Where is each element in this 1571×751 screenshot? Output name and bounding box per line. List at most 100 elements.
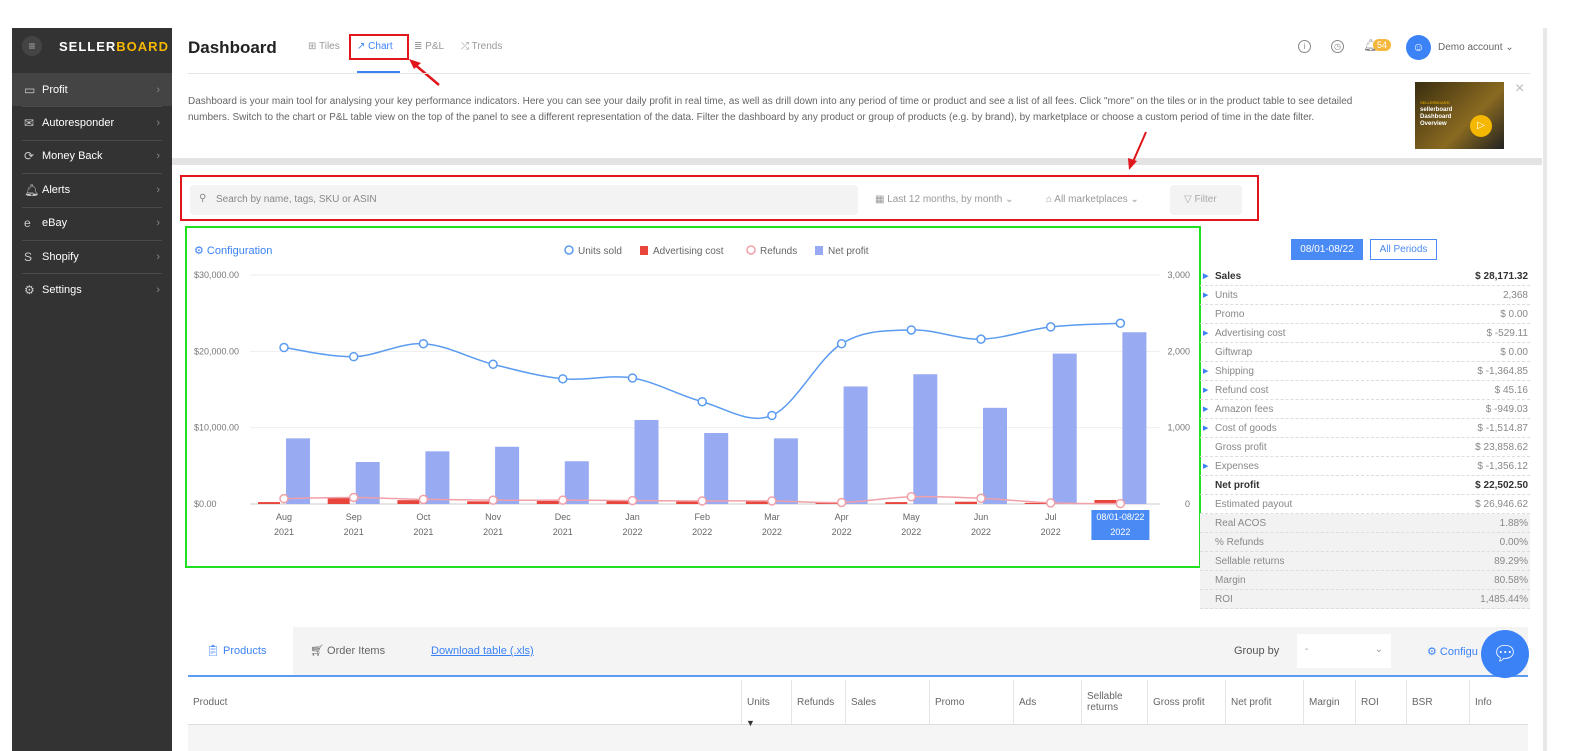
- refunds-point: [348, 492, 359, 503]
- list-icon: ≣: [414, 41, 426, 52]
- net-profit-bar: [286, 438, 310, 504]
- expand-triangle-icon[interactable]: ▶: [1203, 386, 1208, 394]
- clock-icon[interactable]: ◷: [1331, 40, 1344, 53]
- column-header[interactable]: Net profit: [1225, 680, 1303, 724]
- tab-label: Trends: [471, 41, 503, 52]
- video-thumbnail[interactable]: SELLERBOARD sellerboard Dashboard Overvi…: [1415, 82, 1504, 149]
- legend-item: Net profit: [828, 246, 869, 257]
- y-right-tick-label: 2,000: [1167, 346, 1190, 356]
- sidebar-item-shopify[interactable]: S Shopify ›: [12, 240, 172, 273]
- sidebar-item-label: eBay: [42, 217, 68, 230]
- column-header-label: Ads: [1019, 696, 1037, 708]
- date-filter-value: Last 12 months, by month: [887, 194, 1003, 205]
- marketplace-filter[interactable]: ⌂ All marketplaces ⌄: [1046, 194, 1139, 205]
- play-icon[interactable]: ▷: [1470, 115, 1492, 137]
- chat-icon[interactable]: 💬︎: [1481, 630, 1529, 678]
- search-input[interactable]: ⚲ Search by name, tags, SKU or ASIN: [190, 185, 858, 215]
- summary-row[interactable]: ▶ Shipping $ -1,364.85: [1200, 362, 1530, 381]
- column-header[interactable]: Gross profit: [1147, 680, 1225, 724]
- refunds-point: [976, 493, 986, 504]
- shuffle-icon: ⤮: [461, 41, 472, 52]
- column-header[interactable]: Margin: [1303, 680, 1355, 724]
- summary-row: Net profit $ 22,502.50: [1200, 476, 1530, 495]
- chevron-right-icon: ›: [156, 116, 160, 129]
- sidebar-item-ebay[interactable]: e eBay ›: [12, 207, 172, 240]
- column-header[interactable]: Refunds: [791, 680, 845, 724]
- ebay-icon: e: [24, 216, 31, 231]
- expand-triangle-icon[interactable]: ▶: [1203, 291, 1208, 299]
- sidebar-item-alerts[interactable]: 🔔︎ Alerts ›: [12, 173, 172, 206]
- column-header-label: Net profit: [1231, 696, 1272, 708]
- scrollbar[interactable]: [1543, 28, 1547, 751]
- column-header[interactable]: Sellable returns: [1081, 680, 1147, 724]
- tab-tiles[interactable]: ⊞ Tiles: [308, 41, 340, 52]
- summary-label: Expenses: [1215, 460, 1259, 472]
- expand-triangle-icon[interactable]: ▶: [1203, 405, 1208, 413]
- filter-button[interactable]: ▽ Filter: [1170, 185, 1242, 215]
- expand-triangle-icon[interactable]: ▶: [1203, 462, 1208, 470]
- info-icon[interactable]: i: [1298, 40, 1311, 53]
- expand-triangle-icon[interactable]: ▶: [1203, 424, 1208, 432]
- units-sold-point: [418, 338, 429, 349]
- x-tick-year: 2022: [901, 527, 921, 537]
- close-icon[interactable]: ×: [1515, 80, 1524, 98]
- advertising-cost-bar: [885, 502, 908, 504]
- column-header[interactable]: Product: [188, 680, 741, 724]
- expand-triangle-icon[interactable]: ▶: [1203, 367, 1208, 375]
- sidebar-item-profit[interactable]: ▭ Profit ›: [12, 73, 172, 106]
- tab-pl[interactable]: ≣ P&L: [414, 41, 444, 52]
- sidebar-item-settings[interactable]: ⚙ Settings ›: [12, 273, 172, 306]
- chevron-right-icon: ›: [156, 183, 160, 196]
- summary-row[interactable]: ▶ Cost of goods $ -1,514.87: [1200, 419, 1530, 438]
- column-header[interactable]: Promo: [929, 680, 1013, 724]
- summary-value: 1,485.44%: [1480, 593, 1528, 605]
- summary-value: 1.88%: [1499, 517, 1528, 529]
- summary-value: 89.29%: [1494, 555, 1528, 567]
- table-configuration-button[interactable]: ⚙ Configu: [1427, 645, 1478, 658]
- sidebar-item-label: Profit: [42, 83, 68, 96]
- summary-row[interactable]: ▶ Units 2,368: [1200, 286, 1530, 305]
- download-table-link[interactable]: Download table (.xls): [431, 645, 534, 657]
- units-sold-point: [348, 351, 359, 362]
- tab-trends[interactable]: ⤮ Trends: [461, 41, 502, 52]
- refunds-point: [836, 497, 847, 508]
- x-tick-year: 2022: [622, 527, 642, 537]
- summary-value: $ 0.00: [1500, 308, 1528, 320]
- x-tick-label: Sep: [346, 512, 362, 522]
- summary-label: ROI: [1215, 593, 1233, 605]
- column-header[interactable]: Sales: [845, 680, 929, 724]
- x-tick-label: Nov: [485, 512, 502, 522]
- summary-row[interactable]: ▶ Refund cost $ 45.16: [1200, 381, 1530, 400]
- red-arrow-annotation: [1128, 131, 1147, 170]
- avatar[interactable]: ☺: [1406, 35, 1431, 60]
- summary-row[interactable]: ▶ Amazon fees $ -949.03: [1200, 400, 1530, 419]
- sidebar-item-label: Shopify: [42, 250, 79, 263]
- summary-row[interactable]: ▶ Advertising cost $ -529.11: [1200, 324, 1530, 343]
- period-button[interactable]: 08/01-08/22: [1291, 239, 1363, 260]
- tab-products[interactable]: 📋︎ Products: [188, 627, 293, 675]
- hamburger-menu-icon[interactable]: ≡: [22, 36, 42, 56]
- date-filter[interactable]: ▦ Last 12 months, by month ⌄: [875, 194, 1013, 205]
- account-menu[interactable]: Demo account ⌄: [1438, 42, 1514, 53]
- column-header[interactable]: BSR: [1406, 680, 1469, 724]
- x-tick-label: Mar: [764, 512, 780, 522]
- net-profit-bar: [495, 446, 520, 504]
- tab-order-items[interactable]: 🛒︎ Order Items: [310, 644, 385, 657]
- summary-row[interactable]: ▶ Expenses $ -1,356.12: [1200, 457, 1530, 476]
- sidebar-item-autoresponder[interactable]: ✉ Autoresponder ›: [12, 106, 172, 139]
- column-header[interactable]: Info: [1469, 680, 1528, 724]
- expand-triangle-icon[interactable]: ▶: [1203, 329, 1208, 337]
- summary-row: % Refunds 0.00%: [1200, 533, 1530, 552]
- column-header[interactable]: ROI: [1355, 680, 1406, 724]
- summary-row[interactable]: ▶ Sales $ 28,171.32: [1200, 267, 1530, 286]
- summary-label: Amazon fees: [1215, 403, 1274, 415]
- sidebar-item-money-back[interactable]: ⟳ Money Back ›: [12, 140, 172, 173]
- column-header[interactable]: Ads: [1013, 680, 1081, 724]
- units-sold-point: [1115, 318, 1126, 328]
- sort-icon[interactable]: ▼: [746, 718, 755, 728]
- expand-triangle-icon[interactable]: ▶: [1203, 272, 1208, 280]
- summary-value: 80.58%: [1494, 574, 1528, 586]
- net-profit-bar: [983, 407, 1007, 504]
- all-periods-button[interactable]: All Periods: [1370, 239, 1437, 260]
- group-by-select[interactable]: - ⌄: [1297, 634, 1391, 668]
